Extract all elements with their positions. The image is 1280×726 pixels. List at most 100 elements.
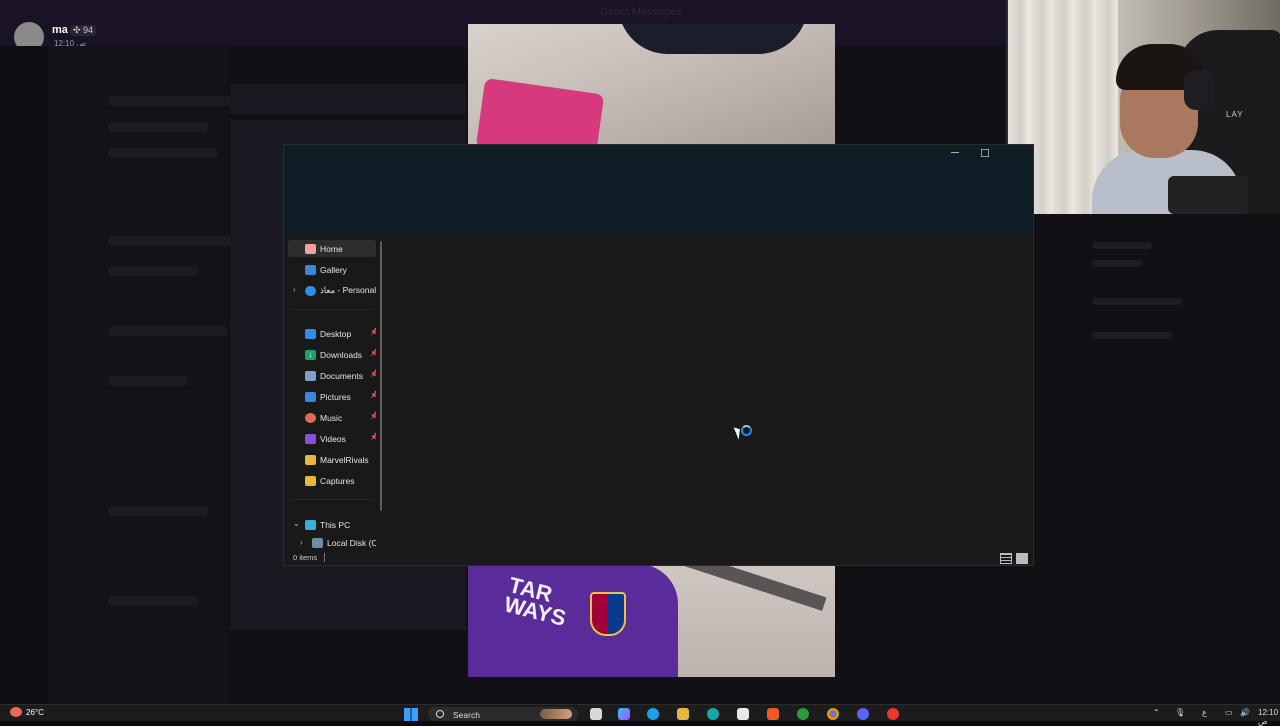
background-right-panel [1080,220,1270,360]
explorer-titlebar[interactable]: ─ ☐ [284,145,1033,235]
discord-icon[interactable] [857,708,869,720]
task-view-icon[interactable] [590,708,602,720]
network-icon[interactable]: ▭ [1225,708,1233,717]
edge-icon[interactable] [647,708,659,720]
nav-scrollbar[interactable] [380,241,382,511]
gallery-icon [305,264,316,275]
navigation-pane[interactable]: Home Gallery › معاذ - Personal Desktop 📌… [284,235,382,565]
search-icon [436,710,444,718]
nav-item-label: Documents [320,370,363,381]
brave-icon[interactable] [767,708,779,720]
nav-item-downloads[interactable]: ↓ Downloads 📌 [288,346,376,363]
webcam-overlay: LAY [1006,0,1280,214]
input-language[interactable]: ع [1202,708,1207,717]
start-button[interactable] [404,708,418,721]
nav-item-onedrive[interactable]: › معاذ - Personal [288,282,376,299]
weather-widget[interactable]: 26°C [10,707,44,717]
drive-icon [312,538,323,548]
nav-item-local-disk[interactable]: › Local Disk (C:) [288,537,376,549]
nav-item-label: MarvelRivals [320,454,369,465]
minimize-button[interactable]: ─ [940,147,970,161]
nav-item-home[interactable]: Home [288,240,376,257]
chevron-right-icon[interactable]: › [293,285,296,294]
nav-item-label: Music [320,412,343,423]
list-item [1092,260,1142,267]
list-item [108,596,198,606]
videos-icon [305,433,316,444]
nav-divider [292,309,372,310]
list-item [108,148,218,158]
details-view-button[interactable] [1000,553,1012,564]
tiles-view-button[interactable] [1016,553,1028,564]
pictures-icon [305,391,316,402]
home-icon [305,243,316,254]
folder-icon [305,454,316,465]
pin-icon[interactable]: 📌 [370,391,376,399]
nav-item-videos[interactable]: Videos 📌 [288,430,376,447]
nav-item-label: Captures [320,475,355,486]
status-separator [324,553,325,562]
nav-item-desktop[interactable]: Desktop 📌 [288,325,376,342]
list-item [1092,242,1152,249]
maximize-button[interactable]: ☐ [970,147,1000,161]
pin-icon[interactable]: 📌 [370,370,376,378]
nav-item-pictures[interactable]: Pictures 📌 [288,388,376,405]
nav-item-captures[interactable]: Captures [288,472,376,489]
file-explorer-window[interactable]: ─ ☐ Home Gallery › معاذ - Personal Deskt… [283,144,1034,566]
store-icon[interactable] [737,708,749,720]
jersey-text: TAR WAYS [501,572,569,631]
chevron-down-icon[interactable]: ⌄ [293,519,300,528]
chevron-right-icon[interactable]: › [300,538,303,547]
chrome-icon[interactable] [827,708,839,720]
nav-item-label: Downloads [320,349,363,360]
desktop-icon [305,328,316,339]
weather-icon [10,707,22,717]
search-label: Search [453,710,480,720]
background-tile [230,84,466,114]
nav-item-label: This PC [320,519,351,530]
nav-item-this-pc[interactable]: ⌄ This PC [288,516,376,533]
browser-icon[interactable] [707,708,719,720]
list-item [108,326,228,336]
file-explorer-icon[interactable] [677,708,689,720]
headset-icon [1184,70,1214,110]
video-object [475,77,605,144]
microphone-icon [1168,176,1248,214]
file-list-area[interactable] [384,235,1033,553]
nav-item-marvelrivals[interactable]: MarvelRivals [288,451,376,468]
channel-list [48,46,248,704]
copilot-icon[interactable] [618,708,630,720]
weather-temp: 26°C [26,707,44,717]
app-icon[interactable] [887,708,899,720]
nav-item-documents[interactable]: Documents 📌 [288,367,376,384]
list-item [108,122,208,132]
list-item [108,236,248,246]
microphone-tray-icon[interactable]: 🎙 [1175,708,1185,717]
taskbar-search[interactable]: Search [428,707,578,721]
nav-divider [292,499,372,500]
music-icon [305,412,316,423]
onedrive-cloud-icon [305,285,316,296]
pin-icon[interactable]: 📌 [370,349,376,357]
pin-icon[interactable]: 📌 [370,433,376,441]
video-feed-top [468,24,835,144]
pc-icon [305,519,316,530]
xbox-icon[interactable] [797,708,809,720]
volume-icon[interactable]: 🔊 [1240,708,1250,717]
pin-icon[interactable]: 📌 [370,328,376,336]
nav-item-label: Gallery [320,264,347,275]
nav-item-label: Home [320,243,343,254]
nav-item-music[interactable]: Music 📌 [288,409,376,426]
chair-label: LAY [1226,110,1244,119]
list-item [108,266,198,276]
pin-icon[interactable]: 📌 [370,412,376,420]
list-item [1092,332,1172,339]
nav-item-label: معاذ - Personal [320,285,376,295]
tray-chevron-up-icon[interactable]: ⌃ [1153,708,1160,717]
clock[interactable]: 12:10 ص [1258,708,1280,726]
username: ma [52,24,68,36]
status-bar: 0 items [284,551,1033,565]
nav-item-gallery[interactable]: Gallery [288,261,376,278]
crest-icon [590,592,626,636]
jersey: TAR WAYS [468,564,678,677]
